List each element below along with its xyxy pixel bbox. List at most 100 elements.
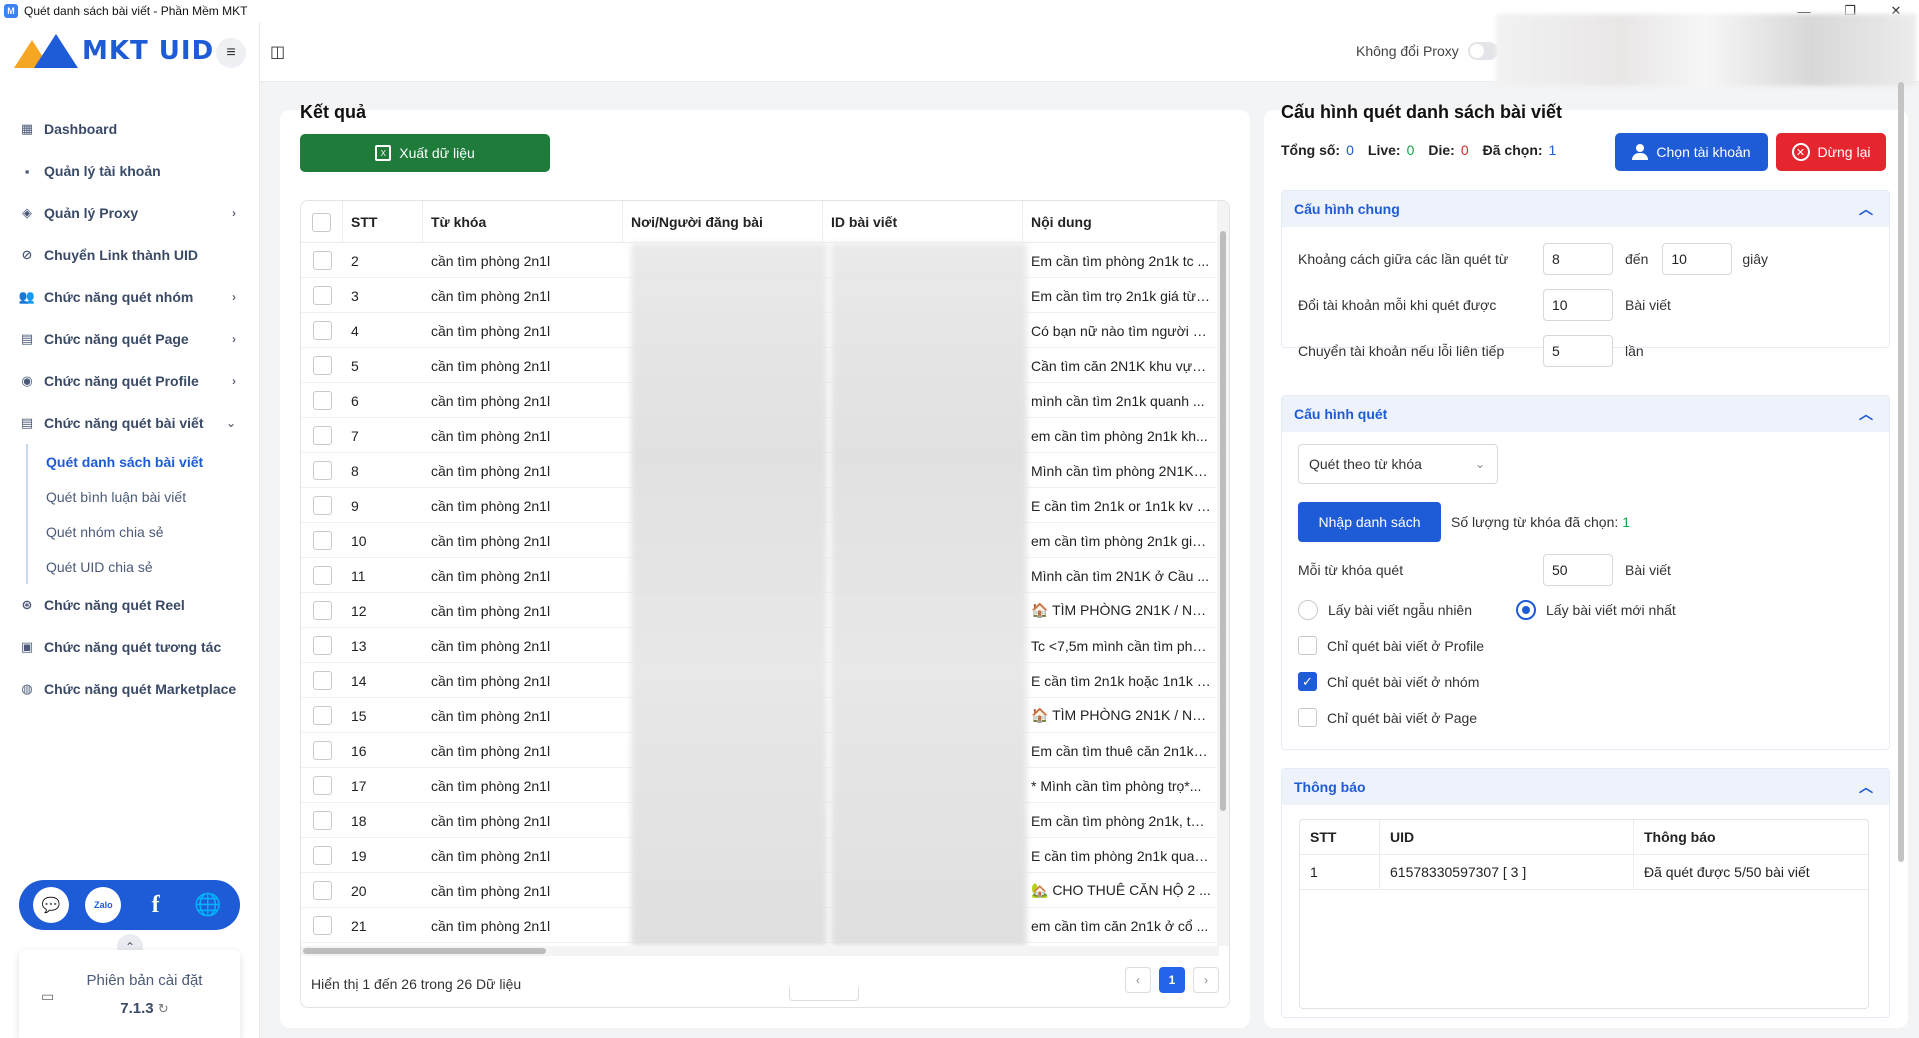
horizontal-scrollbar[interactable] [301,946,1219,956]
export-data-button[interactable]: X Xuất dữ liệu [300,134,550,172]
logo[interactable]: MKT UID [14,34,214,68]
choose-account-button[interactable]: Chọn tài khoản [1615,133,1768,171]
page-scrollbar[interactable] [1895,82,1907,862]
sidebar-item-scan-group[interactable]: 👥 Chức năng quét nhóm › [0,276,260,318]
row-checkbox[interactable] [312,531,332,550]
notice-column-message[interactable]: Thông báo [1634,820,1868,854]
chevron-up-icon[interactable]: ︿ [1859,404,1873,424]
only-group-checkbox[interactable]: ✓ [1298,672,1317,691]
chevron-down-icon: ⌄ [225,416,236,430]
import-list-button[interactable]: Nhập danh sách [1298,502,1441,542]
row-checkbox[interactable] [312,426,332,445]
select-all-checkbox[interactable] [312,212,331,232]
row-checkbox[interactable] [312,636,332,655]
row-checkbox[interactable] [312,811,332,830]
newest-posts-label[interactable]: Lấy bài viết mới nhất [1546,602,1676,618]
newest-posts-radio[interactable] [1516,600,1536,620]
prev-page-button[interactable]: ‹ [1125,967,1151,993]
row-checkbox[interactable] [312,741,332,760]
stat-selected: Đã chọn: 1 [1482,142,1557,158]
layout-toggle-icon[interactable]: ◫ [270,42,285,62]
stop-button[interactable]: ✕ Dừng lại [1776,133,1886,171]
pagination: ‹ 1 › [1125,967,1219,993]
sidebar-item-scan-profile[interactable]: ◉ Chức năng quét Profile › [0,360,260,402]
sidebar-item-scan-page[interactable]: ▤ Chức năng quét Page › [0,318,260,360]
row-checkbox[interactable] [312,251,332,270]
column-header-post-id[interactable]: ID bài viết [823,201,1023,243]
row-checkbox[interactable] [312,321,332,340]
vertical-scrollbar[interactable] [1217,201,1229,946]
sidebar-item-scan-marketplace[interactable]: ◍ Chức năng quét Marketplace [0,668,260,710]
blurred-author-column [631,243,827,946]
general-config-header[interactable]: Cấu hình chung ︿ [1282,191,1889,227]
row-select-cell [301,838,343,873]
notice-column-stt[interactable]: STT [1300,820,1380,854]
column-header-content[interactable]: Nội dung [1023,201,1219,243]
sidebar-subnav: Quét danh sách bài viết Quét bình luận b… [26,444,260,584]
scan-config-header[interactable]: Cấu hình quét ︿ [1282,396,1889,432]
proxy-toggle[interactable] [1468,42,1498,60]
column-header-stt[interactable]: STT [343,201,423,243]
sidebar-item-scan-post[interactable]: ▤ Chức năng quét bài viết ⌄ [0,402,260,444]
row-checkbox[interactable] [312,916,332,935]
only-profile-label[interactable]: Chỉ quét bài viết ở Profile [1327,638,1484,654]
sidebar-subitem-scan-share-groups[interactable]: Quét nhóm chia sẻ [28,514,260,549]
sidebar-item-scan-reel[interactable]: ⊛ Chức năng quét Reel [0,584,260,626]
random-posts-radio[interactable] [1298,600,1318,620]
support-icon[interactable]: 💬 [33,887,70,923]
switch-account-input[interactable]: 10 [1543,289,1613,321]
row-checkbox[interactable] [312,671,332,690]
scan-mode-select[interactable]: Quét theo từ khóa ⌄ [1298,444,1498,484]
row-checkbox[interactable] [312,356,332,375]
only-profile-checkbox[interactable] [1298,636,1317,655]
interval-to-input[interactable]: 10 [1662,243,1733,275]
next-page-button[interactable]: › [1193,967,1219,993]
notice-header[interactable]: Thông báo ︿ [1282,769,1889,805]
row-checkbox[interactable] [312,286,332,305]
refresh-icon[interactable]: ↻ [158,1001,169,1016]
sidebar-item-proxy[interactable]: ◈ Quản lý Proxy › [0,192,260,234]
sidebar-item-label: Quản lý tài khoản [44,163,161,179]
chevron-right-icon: › [232,290,236,304]
sidebar-item-link-to-uid[interactable]: ⊘ Chuyển Link thành UID [0,234,260,276]
chevron-up-icon[interactable]: ︿ [1859,199,1873,219]
facebook-icon[interactable]: f [137,887,174,923]
chevron-up-icon[interactable]: ︿ [1859,777,1873,797]
row-checkbox[interactable] [312,566,332,585]
interval-from-input[interactable]: 8 [1543,243,1613,275]
hamburger-icon[interactable]: ≡ [216,38,246,68]
only-group-label[interactable]: Chỉ quét bài viết ở nhóm [1327,674,1479,690]
row-checkbox[interactable] [312,776,332,795]
row-checkbox[interactable] [312,461,332,480]
sidebar-item-scan-interaction[interactable]: ▣ Chức năng quét tương tác [0,626,260,668]
window-title: Quét danh sách bài viết - Phần Mềm MKT [24,4,248,18]
column-header-author[interactable]: Nơi/Người đăng bài [623,201,823,243]
row-checkbox[interactable] [312,496,332,515]
globe-icon[interactable]: 🌐 [189,887,226,923]
row-checkbox[interactable] [312,391,332,410]
row-checkbox[interactable] [312,846,332,865]
sidebar-item-accounts[interactable]: ▪ Quản lý tài khoản [0,150,260,192]
sidebar-subitem-scan-comments[interactable]: Quét bình luận bài viết [28,479,260,514]
page-1-button[interactable]: 1 [1159,967,1185,993]
row-checkbox[interactable] [312,601,332,620]
sidebar-item-label: Chức năng quét Profile [44,373,199,389]
error-switch-input[interactable]: 5 [1543,335,1613,367]
sidebar-subitem-scan-post-list[interactable]: Quét danh sách bài viết [28,444,260,479]
per-keyword-input[interactable]: 50 [1543,554,1613,586]
row-content-text: Cần tìm căn 2N1K khu vực ... [1031,357,1211,374]
notice-column-uid[interactable]: UID [1380,820,1634,854]
random-posts-label[interactable]: Lấy bài viết ngẫu nhiên [1328,602,1516,618]
notice-message: Đã quét được 5/50 bài viết [1644,864,1810,880]
page-size-select[interactable] [789,987,859,1001]
row-stt: 7 [351,427,359,444]
row-checkbox[interactable] [312,881,332,900]
only-page-label[interactable]: Chỉ quét bài viết ở Page [1327,710,1477,726]
column-header-keyword[interactable]: Từ khóa [423,201,623,243]
sidebar-subitem-scan-share-uid[interactable]: Quét UID chia sẻ [28,549,260,584]
only-page-checkbox[interactable] [1298,708,1317,727]
zalo-icon[interactable]: Zalo [85,887,122,923]
sidebar-item-dashboard[interactable]: ▦ Dashboard [0,108,260,150]
row-checkbox[interactable] [312,706,332,725]
row-stt: 5 [351,357,359,374]
